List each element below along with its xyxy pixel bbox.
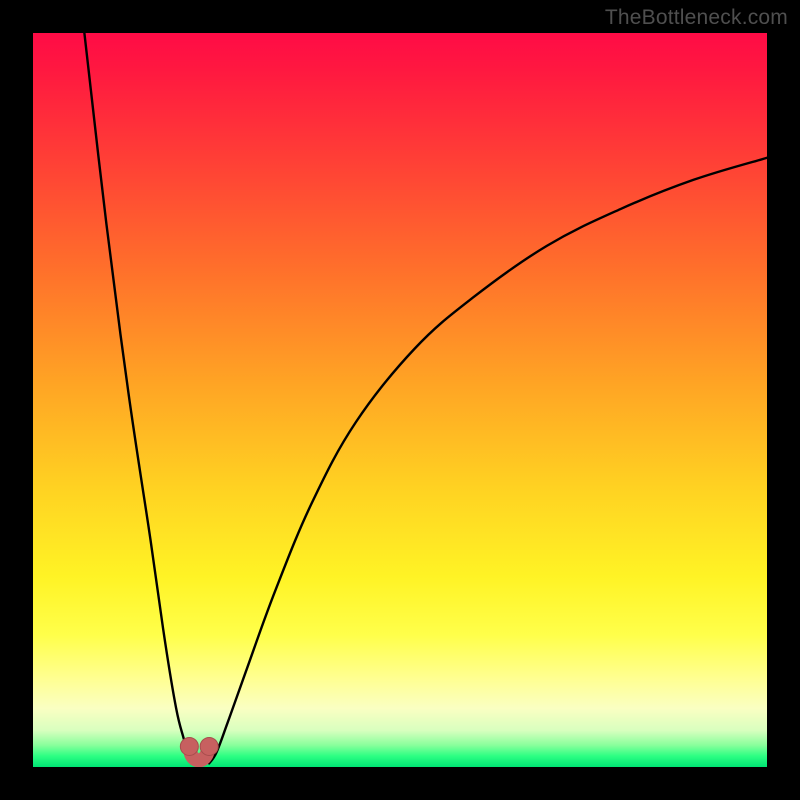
curve-left-branch bbox=[84, 33, 194, 763]
curve-right-branch bbox=[209, 158, 767, 764]
minimum-markers bbox=[180, 737, 218, 760]
marker-dot bbox=[180, 737, 198, 755]
marker-dot bbox=[200, 737, 218, 755]
plot-area bbox=[33, 33, 767, 767]
chart-svg bbox=[33, 33, 767, 767]
curve-series bbox=[84, 33, 767, 763]
watermark-text: TheBottleneck.com bbox=[605, 6, 788, 30]
outer-frame: TheBottleneck.com bbox=[0, 0, 800, 800]
